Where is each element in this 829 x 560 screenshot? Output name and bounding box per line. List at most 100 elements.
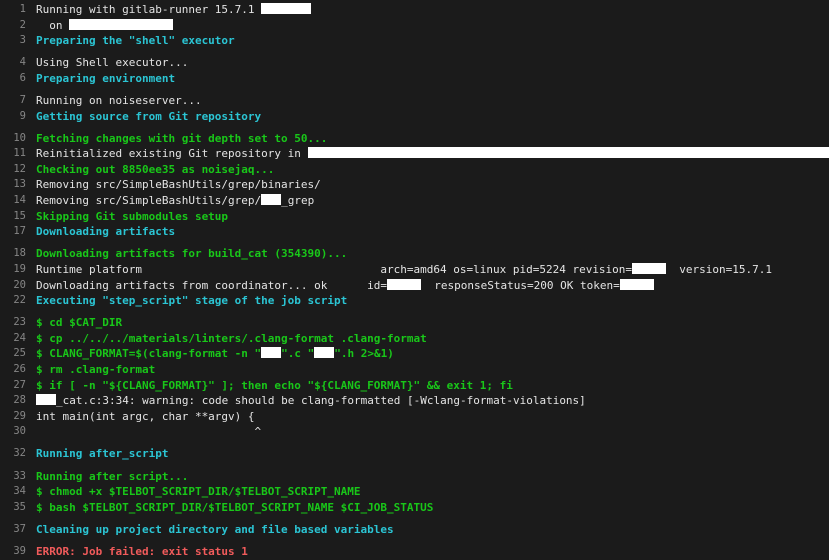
log-text: version=15.7.1 bbox=[666, 262, 773, 276]
log-line: 30 ^ bbox=[0, 424, 829, 440]
log-line-number[interactable]: 35 bbox=[0, 500, 26, 516]
log-line-content: $ chmod +x $TELBOT_SCRIPT_DIR/$TELBOT_SC… bbox=[26, 484, 829, 500]
log-text: $ cp ../../../materials/linters/.clang-f… bbox=[36, 331, 427, 345]
log-text: Getting source from Git repository bbox=[36, 109, 262, 123]
log-text: Downloading artifacts from coordinator..… bbox=[36, 278, 328, 292]
log-line-content: Executing "step_script" stage of the job… bbox=[26, 293, 829, 309]
log-line-content: Running with gitlab-runner 15.7.1 bbox=[26, 2, 829, 18]
log-line: 22 Executing "step_script" stage of the j… bbox=[0, 293, 829, 309]
log-line: 35 $ bash $TELBOT_SCRIPT_DIR/$TELBOT_SCRI… bbox=[0, 500, 829, 516]
log-line-number[interactable]: 23 bbox=[0, 315, 26, 331]
redacted-block bbox=[261, 194, 282, 206]
log-line-content: int main(int argc, char **argv) { bbox=[26, 409, 829, 425]
log-line-content: $ CLANG_FORMAT=$(clang-format -n " ".c " "… bbox=[26, 346, 829, 362]
log-line-content: Preparing the "shell" executor bbox=[26, 33, 829, 49]
log-text: Checking out 8850ee35 as noisejaq... bbox=[36, 162, 275, 176]
log-text: Preparing environment bbox=[36, 71, 176, 85]
log-line: 17 Downloading artifacts bbox=[0, 224, 829, 240]
log-line-content: Running on noiseserver... bbox=[26, 93, 829, 109]
log-line-content: $ rm .clang-format bbox=[26, 362, 829, 378]
log-line-number[interactable]: 30 bbox=[0, 424, 26, 440]
log-line-number[interactable]: 2 bbox=[0, 18, 26, 34]
log-line-number[interactable]: 29 bbox=[0, 409, 26, 425]
log-line: 37 Cleaning up project directory and file… bbox=[0, 522, 829, 538]
log-line-number[interactable]: 20 bbox=[0, 278, 26, 294]
log-line-content: Using Shell executor... bbox=[26, 55, 829, 71]
log-text: Running after_script bbox=[36, 447, 169, 461]
redacted-block bbox=[36, 394, 56, 406]
log-line: 4 Using Shell executor... bbox=[0, 55, 829, 71]
log-line-number[interactable]: 7 bbox=[0, 93, 26, 109]
log-line: 14 Removing src/SimpleBashUtils/grep/ _gre… bbox=[0, 193, 829, 209]
log-text: Executing "step_script" stage of the job… bbox=[36, 294, 348, 308]
log-line: 3 Preparing the "shell" executor bbox=[0, 33, 829, 49]
log-text: Running with gitlab-runner 15.7.1 bbox=[36, 3, 262, 16]
log-line: 28 _cat.c:3:34: warning: code should be c… bbox=[0, 393, 829, 409]
log-line: 15 Skipping Git submodules setup bbox=[0, 209, 829, 225]
log-line-number[interactable]: 32 bbox=[0, 446, 26, 462]
log-text: ".c " bbox=[281, 347, 315, 361]
log-text: Using Shell executor... bbox=[36, 56, 189, 70]
log-line-number[interactable]: 12 bbox=[0, 162, 26, 178]
log-line-number[interactable]: 34 bbox=[0, 484, 26, 500]
log-line-number[interactable]: 19 bbox=[0, 262, 26, 278]
log-line-number[interactable]: 15 bbox=[0, 209, 26, 225]
log-line-number[interactable]: 3 bbox=[0, 33, 26, 49]
log-line: 18 Downloading artifacts for build_cat (3… bbox=[0, 246, 829, 262]
log-line-number[interactable]: 24 bbox=[0, 331, 26, 347]
log-line-number[interactable]: 39 bbox=[0, 544, 26, 560]
log-spacer bbox=[327, 279, 367, 292]
log-line: 27 $ if [ -n "${CLANG_FORMAT}" ]; then ec… bbox=[0, 378, 829, 394]
log-text: $ CLANG_FORMAT=$(clang-format -n " bbox=[36, 347, 262, 361]
log-text: id= bbox=[367, 278, 388, 292]
log-line-number[interactable]: 26 bbox=[0, 362, 26, 378]
redacted-block bbox=[619, 278, 654, 290]
log-line: 9 Getting source from Git repository bbox=[0, 109, 829, 125]
log-line: 29 int main(int argc, char **argv) { bbox=[0, 409, 829, 425]
redacted-block bbox=[307, 147, 829, 159]
log-line-content: Checking out 8850ee35 as noisejaq... bbox=[26, 162, 829, 178]
redacted-block bbox=[69, 18, 174, 30]
log-text: ERROR: Job failed: exit status 1 bbox=[36, 544, 248, 558]
log-line-content: ^ bbox=[26, 424, 829, 440]
log-line: 25 $ CLANG_FORMAT=$(clang-format -n " ".c … bbox=[0, 346, 829, 362]
log-line-number[interactable]: 13 bbox=[0, 177, 26, 193]
log-line-number[interactable]: 37 bbox=[0, 522, 26, 538]
log-line-content: Downloading artifacts for build_cat (354… bbox=[26, 246, 829, 262]
log-line-number[interactable]: 11 bbox=[0, 146, 26, 162]
log-text: Preparing the "shell" executor bbox=[36, 34, 235, 48]
log-line-content: on bbox=[26, 18, 829, 34]
log-line-number[interactable]: 6 bbox=[0, 71, 26, 87]
log-line-content: Removing src/SimpleBashUtils/grep/ _grep bbox=[26, 193, 829, 209]
job-log-terminal[interactable]: 1 Running with gitlab-runner 15.7.1 2 on … bbox=[0, 0, 829, 558]
log-text: arch=amd64 os=linux pid=5224 revision= bbox=[380, 262, 633, 276]
log-line-content: Fetching changes with git depth set to 5… bbox=[26, 131, 829, 147]
log-line-content: $ cp ../../../materials/linters/.clang-f… bbox=[26, 331, 829, 347]
log-text: ".h 2>&1) bbox=[334, 347, 394, 361]
redacted-block bbox=[261, 3, 312, 14]
log-line-number[interactable]: 14 bbox=[0, 193, 26, 209]
log-line-number[interactable]: 18 bbox=[0, 246, 26, 262]
log-text: Running on noiseserver... bbox=[36, 93, 202, 107]
log-line-number[interactable]: 28 bbox=[0, 393, 26, 409]
log-line-number[interactable]: 10 bbox=[0, 131, 26, 147]
log-line-number[interactable]: 25 bbox=[0, 346, 26, 362]
log-text: _cat.c:3:34: warning: code should be cla… bbox=[56, 394, 586, 408]
log-line: 23 $ cd $CAT_DIR bbox=[0, 315, 829, 331]
log-line-number[interactable]: 4 bbox=[0, 55, 26, 71]
log-spacer bbox=[142, 263, 380, 276]
log-line-number[interactable]: 1 bbox=[0, 2, 26, 18]
log-line: 39 ERROR: Job failed: exit status 1 bbox=[0, 544, 829, 560]
log-line: 20 Downloading artifacts from coordinator… bbox=[0, 278, 829, 294]
log-line-number[interactable]: 17 bbox=[0, 224, 26, 240]
log-line-number[interactable]: 27 bbox=[0, 378, 26, 394]
log-line-number[interactable]: 33 bbox=[0, 469, 26, 485]
log-text: Fetching changes with git depth set to 5… bbox=[36, 131, 328, 145]
log-line-content: $ if [ -n "${CLANG_FORMAT}" ]; then echo… bbox=[26, 378, 829, 394]
log-line-content: $ cd $CAT_DIR bbox=[26, 315, 829, 331]
redacted-block bbox=[387, 278, 422, 290]
log-line-number[interactable]: 9 bbox=[0, 109, 26, 125]
log-text: responseStatus=200 OK token= bbox=[421, 278, 620, 292]
log-line-number[interactable]: 22 bbox=[0, 293, 26, 309]
log-line-content: $ bash $TELBOT_SCRIPT_DIR/$TELBOT_SCRIPT… bbox=[26, 500, 829, 516]
